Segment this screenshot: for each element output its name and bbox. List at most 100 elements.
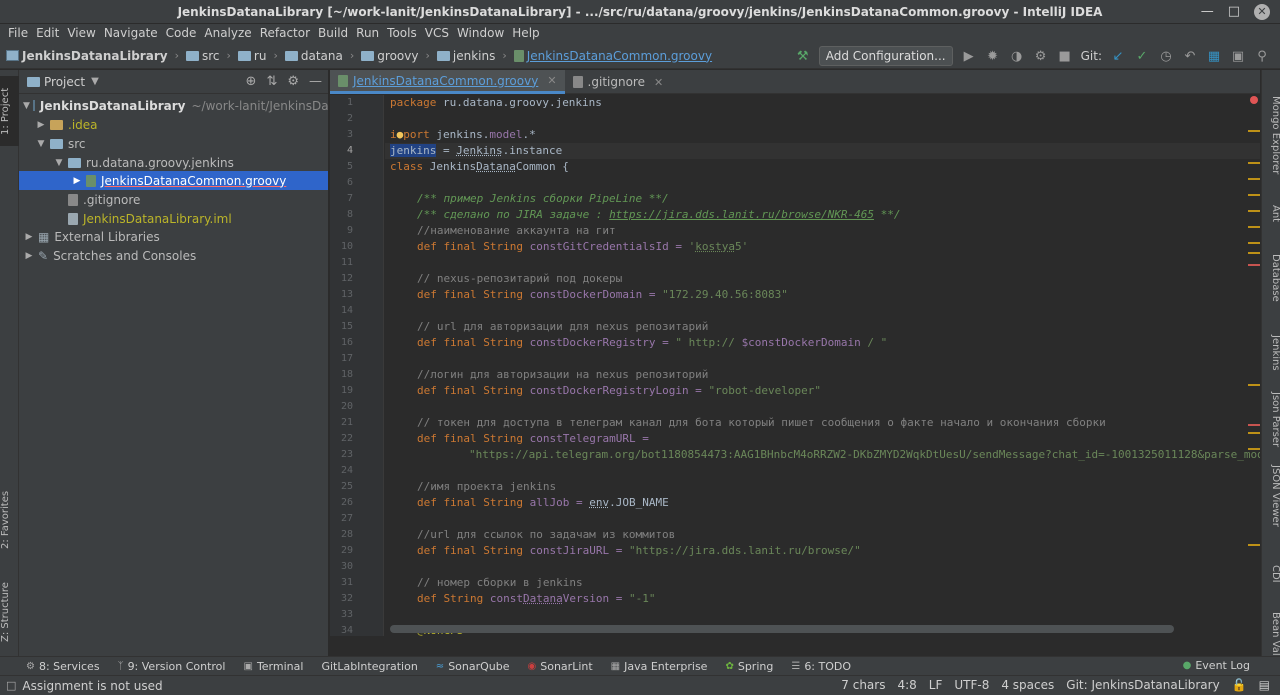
profile-icon[interactable]: ⚙	[1033, 49, 1049, 64]
tree-item-src[interactable]: ▼ src	[19, 134, 328, 153]
lock-icon[interactable]: 🔓	[1232, 678, 1247, 692]
menu-analyze[interactable]: Analyze	[200, 24, 255, 43]
tool-sonarqube[interactable]: ≈ SonarQube	[436, 660, 510, 673]
status-git-branch[interactable]: Git: JenkinsDatanaLibrary	[1066, 678, 1219, 692]
menu-build[interactable]: Build	[314, 24, 352, 43]
menu-help[interactable]: Help	[508, 24, 543, 43]
git-update-icon[interactable]: ↙	[1110, 49, 1126, 64]
chevron-right-icon[interactable]: ▶	[71, 176, 83, 186]
breadcrumb-groovy[interactable]: groovy	[377, 49, 418, 63]
tab-groovy-file[interactable]: JenkinsDatanaCommon.groovy ✕	[330, 70, 565, 94]
tool-gitlab-integration[interactable]: GitLabIntegration	[321, 660, 417, 673]
warning-stripe-mark[interactable]	[1248, 544, 1260, 546]
menu-vcs[interactable]: VCS	[421, 24, 453, 43]
breadcrumb-project[interactable]: JenkinsDatanaLibrary	[22, 49, 168, 63]
tree-item-package[interactable]: ▼ ru.datana.groovy.jenkins	[19, 153, 328, 172]
collapse-all-icon[interactable]: ⇅	[266, 74, 277, 89]
horizontal-scrollbar[interactable]	[390, 625, 1174, 633]
close-icon[interactable]: ✕	[654, 76, 663, 89]
tab-database[interactable]: Database	[1262, 252, 1280, 304]
search-icon[interactable]: ⚲	[1254, 49, 1270, 64]
add-configuration-button[interactable]: Add Configuration...	[818, 46, 953, 66]
tree-item-groovy-file[interactable]: ▶ JenkinsDatanaCommon.groovy	[19, 171, 328, 190]
minimize-icon[interactable]: —	[1201, 0, 1214, 24]
warning-stripe-mark[interactable]	[1248, 162, 1260, 164]
breadcrumb-jenkins[interactable]: jenkins	[453, 49, 495, 63]
error-indicator-icon[interactable]	[1250, 96, 1258, 104]
tool-services[interactable]: ⚙ 8: Services	[26, 660, 100, 673]
tool-event-log[interactable]: ● Event Log	[1183, 659, 1250, 672]
maximize-icon[interactable]: □	[1228, 0, 1240, 24]
run-icon[interactable]: ▶	[961, 49, 977, 64]
tree-item-external-libraries[interactable]: ▶ ▦ External Libraries	[19, 227, 328, 246]
tool-terminal[interactable]: ▣ Terminal	[243, 660, 303, 673]
menu-navigate[interactable]: Navigate	[100, 24, 162, 43]
warning-stripe-mark[interactable]	[1248, 384, 1260, 386]
tab-bean-validation[interactable]: Bean Val	[1262, 612, 1280, 656]
chevron-down-icon[interactable]: ▼	[53, 158, 65, 168]
breadcrumb-ru[interactable]: ru	[254, 49, 267, 63]
status-indent[interactable]: 4 spaces	[1001, 678, 1054, 692]
menu-file[interactable]: File	[4, 24, 32, 43]
tool-windows-toggle-icon[interactable]: □	[6, 679, 16, 692]
menu-window[interactable]: Window	[453, 24, 508, 43]
build-hammer-icon[interactable]: ⚒	[795, 49, 811, 64]
warning-stripe-mark[interactable]	[1248, 252, 1260, 254]
breadcrumb-datana[interactable]: datana	[301, 49, 343, 63]
git-commit-icon[interactable]: ✓	[1134, 49, 1150, 64]
hide-icon[interactable]: —	[309, 74, 322, 89]
warning-stripe-mark[interactable]	[1248, 130, 1260, 132]
menu-view[interactable]: View	[63, 24, 99, 43]
warning-stripe-mark[interactable]	[1248, 210, 1260, 212]
tab-jenkins[interactable]: Jenkins	[1262, 332, 1280, 374]
warning-stripe-mark[interactable]	[1248, 226, 1260, 228]
chevron-down-icon[interactable]: ▼	[35, 139, 47, 149]
status-line-separator[interactable]: LF	[929, 678, 943, 692]
tree-item-scratches[interactable]: ▶ ✎ Scratches and Consoles	[19, 246, 328, 265]
chevron-right-icon[interactable]: ▶	[23, 251, 35, 261]
chevron-down-icon[interactable]: ▼	[23, 101, 30, 111]
close-icon[interactable]: ✕	[1254, 4, 1270, 20]
chevron-right-icon[interactable]: ▶	[23, 232, 35, 242]
tab-json-viewer[interactable]: JSON Viewer	[1262, 464, 1280, 528]
tab-ant[interactable]: Ant	[1262, 202, 1280, 226]
memory-indicator-icon[interactable]: ▤	[1259, 678, 1270, 692]
menu-tools[interactable]: Tools	[383, 24, 421, 43]
breadcrumb-file[interactable]: JenkinsDatanaCommon.groovy	[527, 49, 712, 63]
breadcrumb-src[interactable]: src	[202, 49, 220, 63]
coverage-icon[interactable]: ◑	[1009, 49, 1025, 64]
tool-spring[interactable]: ✿ Spring	[725, 660, 773, 673]
warning-stripe-mark[interactable]	[1248, 194, 1260, 196]
status-selection-chars[interactable]: 7 chars	[841, 678, 885, 692]
tree-item-idea[interactable]: ▶ .idea	[19, 115, 328, 134]
stop-icon[interactable]: ■	[1057, 49, 1073, 64]
status-cursor-position[interactable]: 4:8	[897, 678, 916, 692]
menu-edit[interactable]: Edit	[32, 24, 63, 43]
tab-project[interactable]: 1: Project	[0, 76, 19, 146]
tab-mongo-explorer[interactable]: Mongo Explorer	[1262, 94, 1280, 176]
tool-sonarlint[interactable]: ◉ SonarLint	[528, 660, 593, 673]
chevron-down-icon[interactable]: ▼	[91, 76, 99, 87]
status-encoding[interactable]: UTF-8	[954, 678, 989, 692]
chevron-right-icon[interactable]: ▶	[35, 120, 47, 130]
debug-icon[interactable]: ✹	[985, 49, 1001, 64]
tree-item-iml[interactable]: JenkinsDatanaLibrary.iml	[19, 209, 328, 228]
menu-refactor[interactable]: Refactor	[256, 24, 314, 43]
menu-run[interactable]: Run	[352, 24, 383, 43]
tab-favorites[interactable]: 2: Favorites	[0, 480, 19, 560]
warning-stripe-mark[interactable]	[1248, 448, 1260, 450]
code-editor[interactable]: package ru.datana.groovy.jenkins i●port …	[385, 95, 1260, 636]
warning-stripe-mark[interactable]	[1248, 178, 1260, 180]
tool-version-control[interactable]: ᛉ 9: Version Control	[118, 660, 226, 673]
presentation-icon[interactable]: ▣	[1230, 49, 1246, 64]
tab-structure[interactable]: Z: Structure	[0, 572, 19, 652]
tab-json-parser[interactable]: Json Parser	[1262, 390, 1280, 450]
tool-java-enterprise[interactable]: ▦ Java Enterprise	[611, 660, 708, 673]
warning-stripe-mark[interactable]	[1248, 242, 1260, 244]
project-structure-icon[interactable]: ▦	[1206, 49, 1222, 64]
menu-code[interactable]: Code	[162, 24, 201, 43]
rollback-icon[interactable]: ↶	[1182, 49, 1198, 64]
tab-cdi[interactable]: CDI	[1262, 562, 1280, 586]
gear-icon[interactable]: ⚙	[287, 74, 299, 89]
tree-item-project-root[interactable]: ▼ JenkinsDatanaLibrary ~/work-lanit/Jenk…	[19, 96, 328, 115]
